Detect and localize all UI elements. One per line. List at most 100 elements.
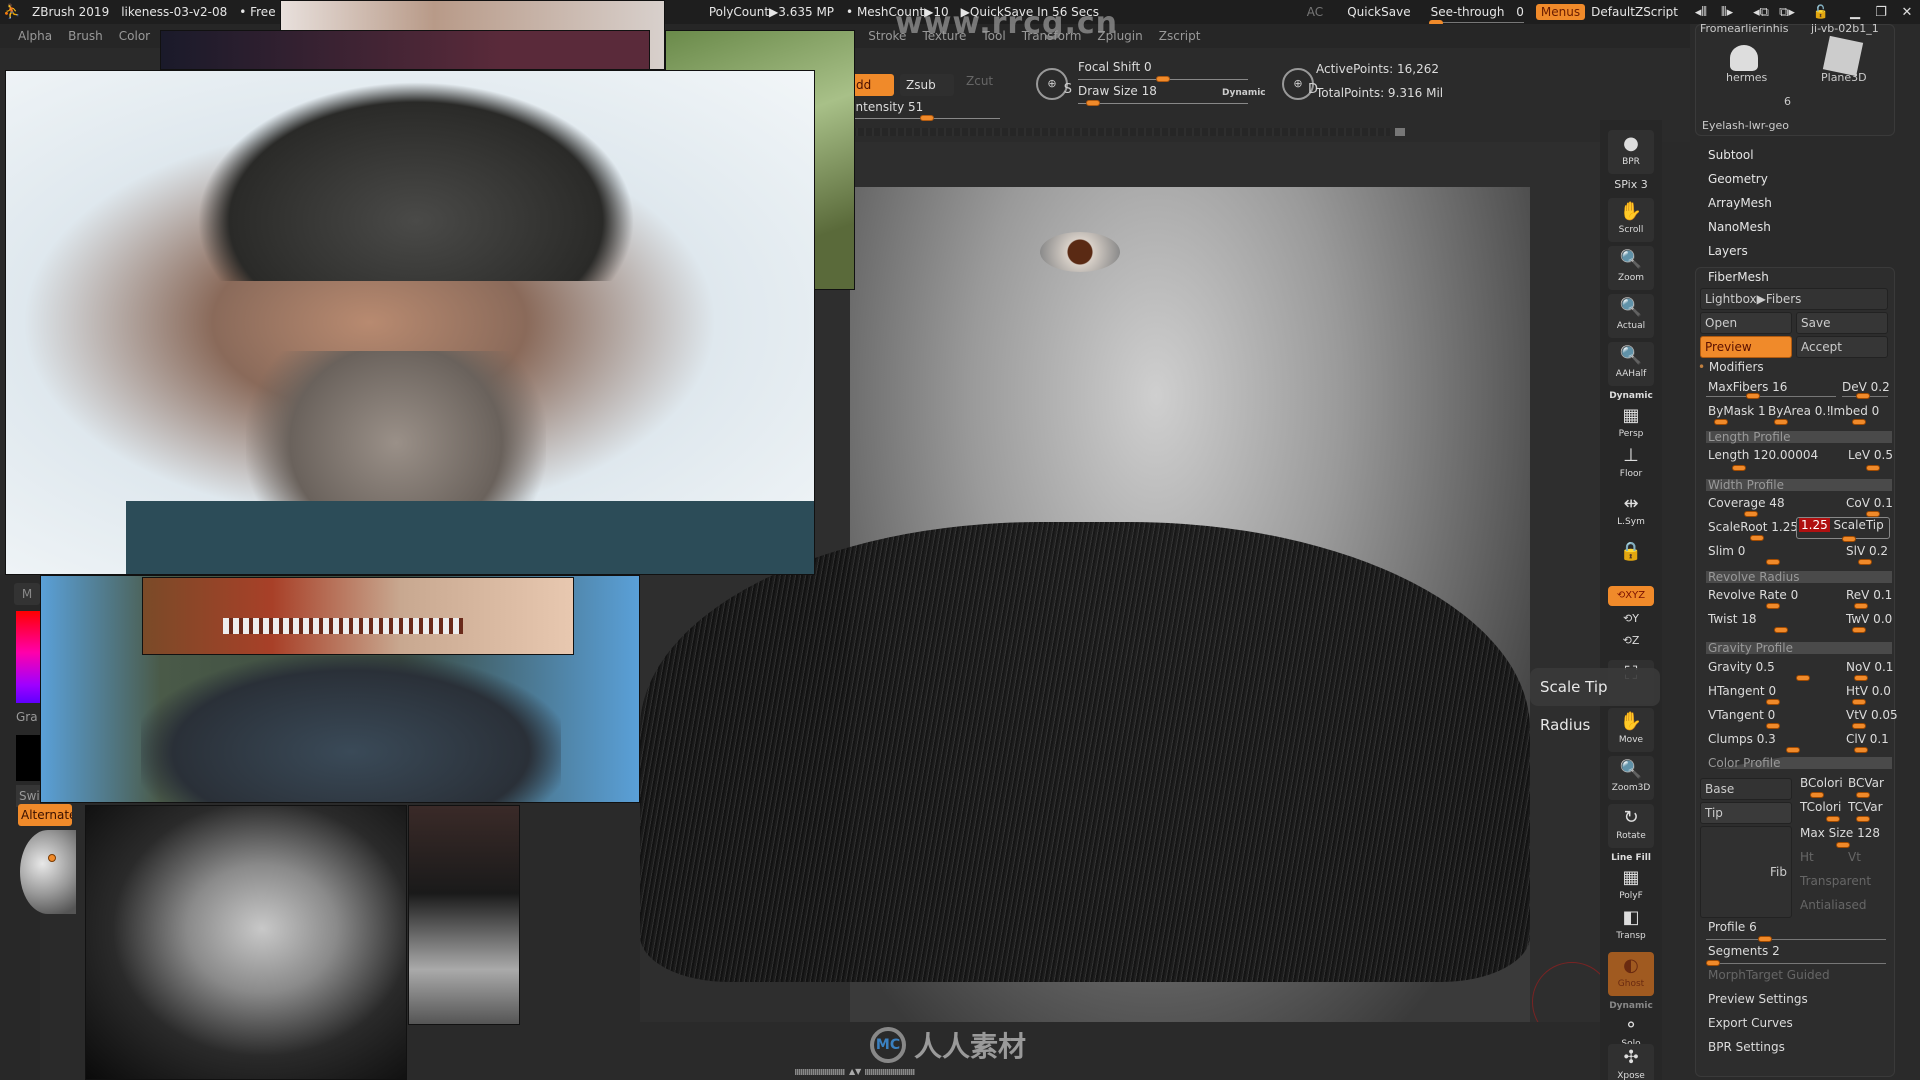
htangent-knob[interactable] xyxy=(1766,699,1780,705)
slim-knob[interactable] xyxy=(1766,559,1780,565)
expand-arrows-icon[interactable]: ▲▼ xyxy=(849,1068,861,1077)
bcolor-knob[interactable] xyxy=(1810,792,1824,798)
coverage-knob[interactable] xyxy=(1744,511,1758,517)
clumps-knob[interactable] xyxy=(1786,747,1800,753)
tcvar-knob[interactable] xyxy=(1856,816,1870,822)
gravity-profile-curve[interactable]: Gravity Profile xyxy=(1706,642,1892,654)
width-profile-curve[interactable]: Width Profile xyxy=(1706,479,1892,491)
color-picker[interactable] xyxy=(16,611,40,703)
menu-color[interactable]: Color xyxy=(111,29,158,43)
xyz-rotate-button[interactable]: ⟲XYZ xyxy=(1608,586,1654,606)
bymask-knob[interactable] xyxy=(1714,419,1728,425)
fiber-texture-preview[interactable]: Fib xyxy=(1700,826,1792,918)
transp-button[interactable]: ◧ Transp xyxy=(1608,904,1654,948)
vtv-slider[interactable]: VtV 0.05 xyxy=(1846,708,1898,722)
rotate-z-button[interactable]: ⟲Z xyxy=(1604,634,1658,647)
rotate-button[interactable]: ↻ Rotate xyxy=(1608,804,1654,848)
maxfibers-knob[interactable] xyxy=(1746,393,1760,399)
zoom3d-button[interactable]: 🔍 Zoom3D xyxy=(1608,756,1654,800)
palette-geometry[interactable]: Geometry xyxy=(1708,172,1768,186)
max-size-slider[interactable]: Max Size 128 xyxy=(1800,826,1880,840)
hermes-bust-icon[interactable] xyxy=(1730,45,1758,71)
palette-nanomesh[interactable]: NanoMesh xyxy=(1708,220,1771,234)
menus-button[interactable]: Menus xyxy=(1535,4,1586,20)
gradient-button[interactable]: Gra xyxy=(16,710,40,730)
tray-left-icon[interactable]: ◂⦀ xyxy=(1688,5,1714,20)
profile-track[interactable] xyxy=(1706,939,1886,940)
unlock-icon[interactable]: 🔓 xyxy=(1808,5,1834,20)
bottom-tray-handle[interactable]: ▲▼ xyxy=(795,1068,925,1077)
solo-button[interactable]: Dynamic⚬Solo xyxy=(1608,1000,1654,1049)
floor-button[interactable]: ⊥ Floor xyxy=(1608,442,1654,486)
xpose-button[interactable]: ✣ Xpose xyxy=(1608,1044,1654,1080)
menu-brush[interactable]: Brush xyxy=(60,29,111,43)
polyf-button[interactable]: Line Fill ▦ PolyF xyxy=(1608,852,1654,901)
twv-knob[interactable] xyxy=(1852,627,1866,633)
zadd-button[interactable]: dd xyxy=(850,74,894,96)
preview-settings-item[interactable]: Preview Settings xyxy=(1708,992,1808,1006)
intensity-knob[interactable] xyxy=(919,115,934,121)
dev-knob[interactable] xyxy=(1856,393,1870,399)
aahalf-button[interactable]: 🔍 AAHalf xyxy=(1608,342,1654,386)
maxfibers-track[interactable] xyxy=(1706,396,1836,397)
save-button[interactable]: Save xyxy=(1796,312,1888,334)
length-knob[interactable] xyxy=(1732,465,1746,471)
profile-knob[interactable] xyxy=(1758,936,1772,942)
max-size-knob[interactable] xyxy=(1836,842,1850,848)
color-profile-curve[interactable]: Color Profile xyxy=(1706,757,1892,769)
length-profile-curve[interactable]: Length Profile xyxy=(1706,431,1892,443)
subtool-hermes[interactable]: hermes xyxy=(1726,71,1767,84)
scaletip-knob[interactable] xyxy=(1842,536,1856,542)
zcut-button[interactable]: Zcut xyxy=(960,70,1000,92)
reference-image-dark[interactable] xyxy=(160,30,650,70)
nov-slider[interactable]: NoV 0.1 xyxy=(1846,660,1893,674)
minimize-icon[interactable]: ▁ xyxy=(1842,5,1868,20)
scaleroot-knob[interactable] xyxy=(1750,535,1764,541)
spix-slider[interactable]: SPix 3 xyxy=(1604,178,1658,191)
twist-knob[interactable] xyxy=(1774,627,1788,633)
length-slider[interactable]: Length 120.00004 xyxy=(1708,448,1818,462)
bcolor-slider[interactable]: BColori xyxy=(1800,776,1843,790)
gravity-knob[interactable] xyxy=(1796,675,1810,681)
subtool-plane3d[interactable]: Plane3D xyxy=(1821,71,1867,84)
revolve-radius-curve[interactable]: Revolve Radius xyxy=(1706,571,1892,583)
slim-slider[interactable]: Slim 0 xyxy=(1708,544,1745,558)
vtv-knob[interactable] xyxy=(1852,723,1866,729)
rev-knob[interactable] xyxy=(1854,603,1868,609)
bcvar-knob[interactable] xyxy=(1856,792,1870,798)
tcolor-knob[interactable] xyxy=(1826,816,1840,822)
tip-color-button[interactable]: Tip xyxy=(1700,802,1792,824)
profile-slider[interactable]: Profile 6 xyxy=(1708,920,1757,934)
palette-subtool[interactable]: Subtool xyxy=(1708,148,1754,162)
lazy-mouse-d-icon[interactable]: ⊕ D xyxy=(1282,68,1318,100)
material-sphere[interactable] xyxy=(20,830,76,914)
lev-slider[interactable]: LeV 0.5 xyxy=(1848,448,1893,462)
clv-knob[interactable] xyxy=(1854,747,1868,753)
clv-slider[interactable]: ClV 0.1 xyxy=(1846,732,1889,746)
lev-knob[interactable] xyxy=(1866,465,1880,471)
modifiers-header[interactable]: • Modifiers xyxy=(1698,360,1764,374)
subtool-eyelash[interactable]: Eyelash-lwr-geo xyxy=(1702,119,1789,132)
default-zscript-button[interactable]: DefaultZScript xyxy=(1591,5,1678,19)
imbed-slider[interactable]: Imbed 0 xyxy=(1830,404,1879,418)
transparent-slider[interactable]: Transparent xyxy=(1800,874,1871,888)
clumps-slider[interactable]: Clumps 0.3 xyxy=(1708,732,1776,746)
slv-slider[interactable]: SlV 0.2 xyxy=(1846,544,1888,558)
actual-button[interactable]: 🔍 Actual xyxy=(1608,294,1654,338)
htv-knob[interactable] xyxy=(1852,699,1866,705)
twv-slider[interactable]: TwV 0.0 xyxy=(1846,612,1892,626)
ac-button[interactable]: AC xyxy=(1307,5,1323,19)
reference-image-portrait-main[interactable] xyxy=(5,70,815,575)
draw-size-knob[interactable] xyxy=(1086,100,1101,106)
restore-icon[interactable]: ❐ xyxy=(1868,5,1894,20)
dev-slider[interactable]: DeV 0.2 xyxy=(1842,380,1890,394)
vtangent-slider[interactable]: VTangent 0 xyxy=(1708,708,1775,722)
morphtarget-guided-toggle[interactable]: MorphTarget Guided xyxy=(1708,968,1830,982)
draw-size-slider[interactable] xyxy=(1078,103,1248,104)
byarea-knob[interactable] xyxy=(1774,419,1788,425)
quicksave-button[interactable]: QuickSave xyxy=(1347,5,1410,19)
open-button[interactable]: Open xyxy=(1700,312,1792,334)
see-through-slider[interactable]: See-through 0 xyxy=(1428,5,1524,26)
vtangent-knob[interactable] xyxy=(1766,723,1780,729)
ht-slider[interactable]: Ht xyxy=(1800,850,1814,864)
